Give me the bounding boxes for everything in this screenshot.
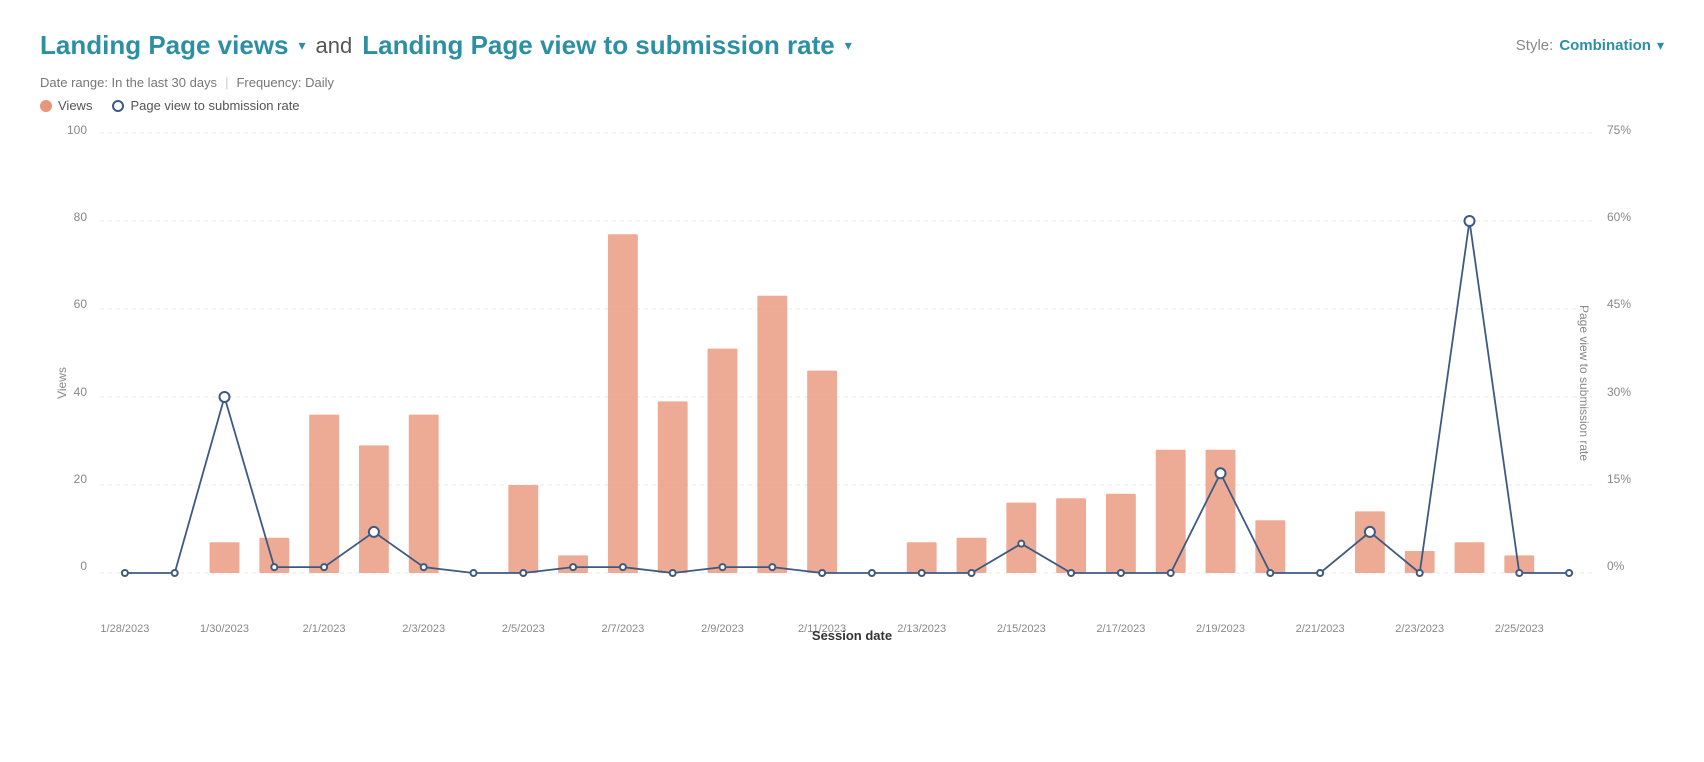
- chart-legend: Views Page view to submission rate: [40, 98, 1664, 113]
- date-range: Date range: In the last 30 days: [40, 75, 217, 90]
- and-text: and: [316, 33, 353, 59]
- x-tick: 2/15/2023: [997, 623, 1046, 635]
- x-label: Session date: [812, 628, 892, 643]
- chart-inner: [100, 123, 1594, 573]
- y-axis-right: 75% 60% 45% 30% 15% 0%: [1599, 123, 1664, 573]
- style-value[interactable]: Combination: [1559, 37, 1651, 54]
- x-tick: 2/17/2023: [1096, 623, 1145, 635]
- y-axis-left: 100 80 60 40 20 0: [40, 123, 95, 573]
- metric2-title[interactable]: Landing Page view to submission rate: [362, 30, 834, 61]
- x-tick: 2/13/2023: [897, 623, 946, 635]
- rate-dot: [112, 100, 124, 112]
- page-header: Landing Page views ▾ and Landing Page vi…: [40, 30, 1664, 61]
- frequency: Frequency: Daily: [236, 75, 334, 90]
- style-selector: Style: Combination ▾: [1516, 37, 1664, 54]
- x-tick: 2/3/2023: [402, 623, 445, 635]
- metric2-dropdown[interactable]: ▾: [845, 37, 852, 54]
- x-tick: 2/1/2023: [303, 623, 346, 635]
- style-label: Style:: [1516, 37, 1554, 54]
- x-tick: 1/30/2023: [200, 623, 249, 635]
- legend-views: Views: [40, 98, 92, 113]
- chart-container: 100 80 60 40 20 0 75% 60% 45% 30% 15% 0%…: [40, 123, 1664, 643]
- legend-rate-label: Page view to submission rate: [130, 98, 299, 113]
- style-dropdown[interactable]: ▾: [1657, 37, 1664, 54]
- x-tick: 1/28/2023: [100, 623, 149, 635]
- x-tick: 2/23/2023: [1395, 623, 1444, 635]
- x-tick: 2/9/2023: [701, 623, 744, 635]
- legend-rate: Page view to submission rate: [112, 98, 299, 113]
- title-area: Landing Page views ▾ and Landing Page vi…: [40, 30, 852, 61]
- meta-row: Date range: In the last 30 days | Freque…: [40, 75, 1664, 90]
- metric1-title[interactable]: Landing Page views: [40, 30, 289, 61]
- x-tick: 2/19/2023: [1196, 623, 1245, 635]
- metric1-dropdown[interactable]: ▾: [299, 37, 306, 54]
- views-dot: [40, 100, 52, 112]
- legend-views-label: Views: [58, 98, 92, 113]
- x-tick: 2/5/2023: [502, 623, 545, 635]
- x-tick: 2/25/2023: [1495, 623, 1544, 635]
- chart-svg: [100, 123, 1594, 573]
- y-left-label: Views: [55, 367, 69, 399]
- x-tick: 2/7/2023: [601, 623, 644, 635]
- x-tick: 2/21/2023: [1296, 623, 1345, 635]
